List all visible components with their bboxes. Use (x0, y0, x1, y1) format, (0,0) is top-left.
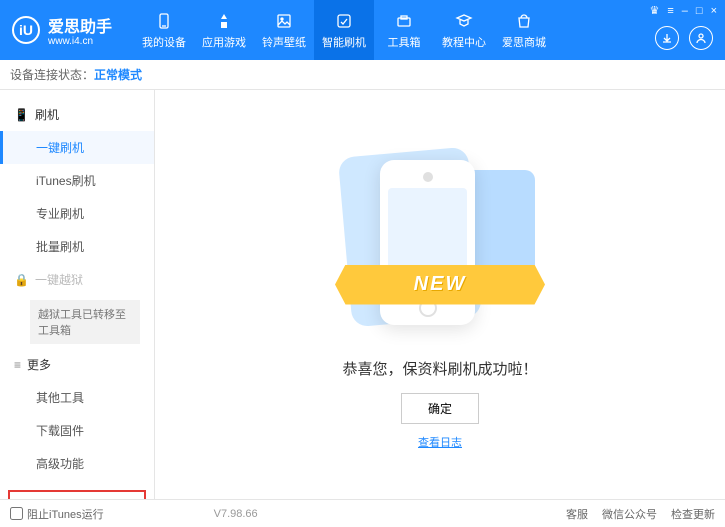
logo-subtitle: www.i4.cn (48, 37, 112, 47)
logo-text: 爱思助手 (48, 19, 112, 36)
status-label: 设备连接状态： (10, 66, 94, 83)
phone-icon: 📱 (14, 108, 29, 122)
device-icon (154, 11, 174, 31)
nav-label: 教程中心 (442, 34, 486, 50)
nav-my-device[interactable]: 我的设备 (134, 0, 194, 60)
header: iU 爱思助手 www.i4.cn 我的设备 应用游戏 铃声壁纸 智能刷机 工具… (0, 0, 725, 60)
options-highlight-box: 自动激活 跳过向导 (8, 490, 146, 499)
sidebar-group-label: 一键越狱 (35, 271, 83, 288)
lock-icon: 🔒 (14, 273, 29, 287)
logo-icon: iU (12, 16, 40, 44)
status-mode: 正常模式 (94, 66, 142, 83)
maximize-icon[interactable]: □ (696, 5, 703, 17)
minimize-icon[interactable]: – (682, 5, 688, 17)
new-banner: NEW (335, 265, 545, 305)
logo[interactable]: iU 爱思助手 www.i4.cn (0, 13, 124, 47)
sidebar-group-more[interactable]: ≡ 更多 (0, 348, 154, 381)
nav-label: 我的设备 (142, 34, 186, 50)
sidebar-group-label: 更多 (27, 356, 51, 373)
nav-ringtone[interactable]: 铃声壁纸 (254, 0, 314, 60)
sidebar-item-batch[interactable]: 批量刷机 (0, 230, 154, 263)
flash-icon (334, 11, 354, 31)
view-log-link[interactable]: 查看日志 (418, 434, 462, 450)
skip-guide-checkbox[interactable]: 跳过向导 (82, 498, 138, 499)
apps-icon (214, 11, 234, 31)
top-nav: 我的设备 应用游戏 铃声壁纸 智能刷机 工具箱 教程中心 爱思商城 (134, 0, 554, 60)
toolbox-icon (394, 11, 414, 31)
sidebar-item-firmware[interactable]: 下载固件 (0, 414, 154, 447)
auto-activate-checkbox[interactable]: 自动激活 (16, 498, 72, 499)
sidebar-item-itunes[interactable]: iTunes刷机 (0, 164, 154, 197)
footer-link-support[interactable]: 客服 (566, 506, 588, 522)
header-action-buttons (655, 26, 713, 50)
tutorial-icon (454, 11, 474, 31)
download-button[interactable] (655, 26, 679, 50)
sidebar-item-pro[interactable]: 专业刷机 (0, 197, 154, 230)
window-controls: ♛ ≡ – □ × (649, 4, 717, 17)
nav-label: 爱思商城 (502, 34, 546, 50)
user-button[interactable] (689, 26, 713, 50)
success-illustration: NEW (340, 140, 540, 340)
sidebar: 📱 刷机 一键刷机 iTunes刷机 专业刷机 批量刷机 🔒 一键越狱 越狱工具… (0, 90, 155, 499)
gift-icon[interactable]: ♛ (649, 4, 659, 17)
footer-link-update[interactable]: 检查更新 (671, 506, 715, 522)
sidebar-group-flash[interactable]: 📱 刷机 (0, 98, 154, 131)
success-message: 恭喜您，保资料刷机成功啦！ (342, 358, 537, 379)
sidebar-group-jailbreak[interactable]: 🔒 一键越狱 (0, 263, 154, 296)
menu-icon[interactable]: ≡ (667, 5, 673, 17)
nav-apps[interactable]: 应用游戏 (194, 0, 254, 60)
close-icon[interactable]: × (711, 5, 717, 17)
footer-link-wechat[interactable]: 微信公众号 (602, 506, 657, 522)
nav-toolbox[interactable]: 工具箱 (374, 0, 434, 60)
main-content: NEW 恭喜您，保资料刷机成功啦！ 确定 查看日志 (155, 90, 725, 499)
ok-button[interactable]: 确定 (401, 393, 479, 424)
block-itunes-checkbox[interactable]: 阻止iTunes运行 (10, 506, 104, 522)
wallpaper-icon (274, 11, 294, 31)
list-icon: ≡ (14, 358, 21, 372)
nav-store[interactable]: 爱思商城 (494, 0, 554, 60)
sidebar-item-jailbreak-moved[interactable]: 越狱工具已转移至工具箱 (30, 300, 140, 344)
sidebar-item-advanced[interactable]: 高级功能 (0, 447, 154, 480)
footer: 阻止iTunes运行 V7.98.66 客服 微信公众号 检查更新 (0, 499, 725, 527)
sidebar-item-onekey[interactable]: 一键刷机 (0, 131, 154, 164)
nav-label: 智能刷机 (322, 34, 366, 50)
sidebar-item-othertools[interactable]: 其他工具 (0, 381, 154, 414)
sidebar-group-label: 刷机 (35, 106, 59, 123)
version-label: V7.98.66 (214, 508, 258, 520)
store-icon (514, 11, 534, 31)
status-bar: 设备连接状态： 正常模式 (0, 60, 725, 90)
nav-label: 铃声壁纸 (262, 34, 306, 50)
nav-label: 工具箱 (388, 34, 421, 50)
nav-label: 应用游戏 (202, 34, 246, 50)
nav-flash[interactable]: 智能刷机 (314, 0, 374, 60)
nav-tutorial[interactable]: 教程中心 (434, 0, 494, 60)
